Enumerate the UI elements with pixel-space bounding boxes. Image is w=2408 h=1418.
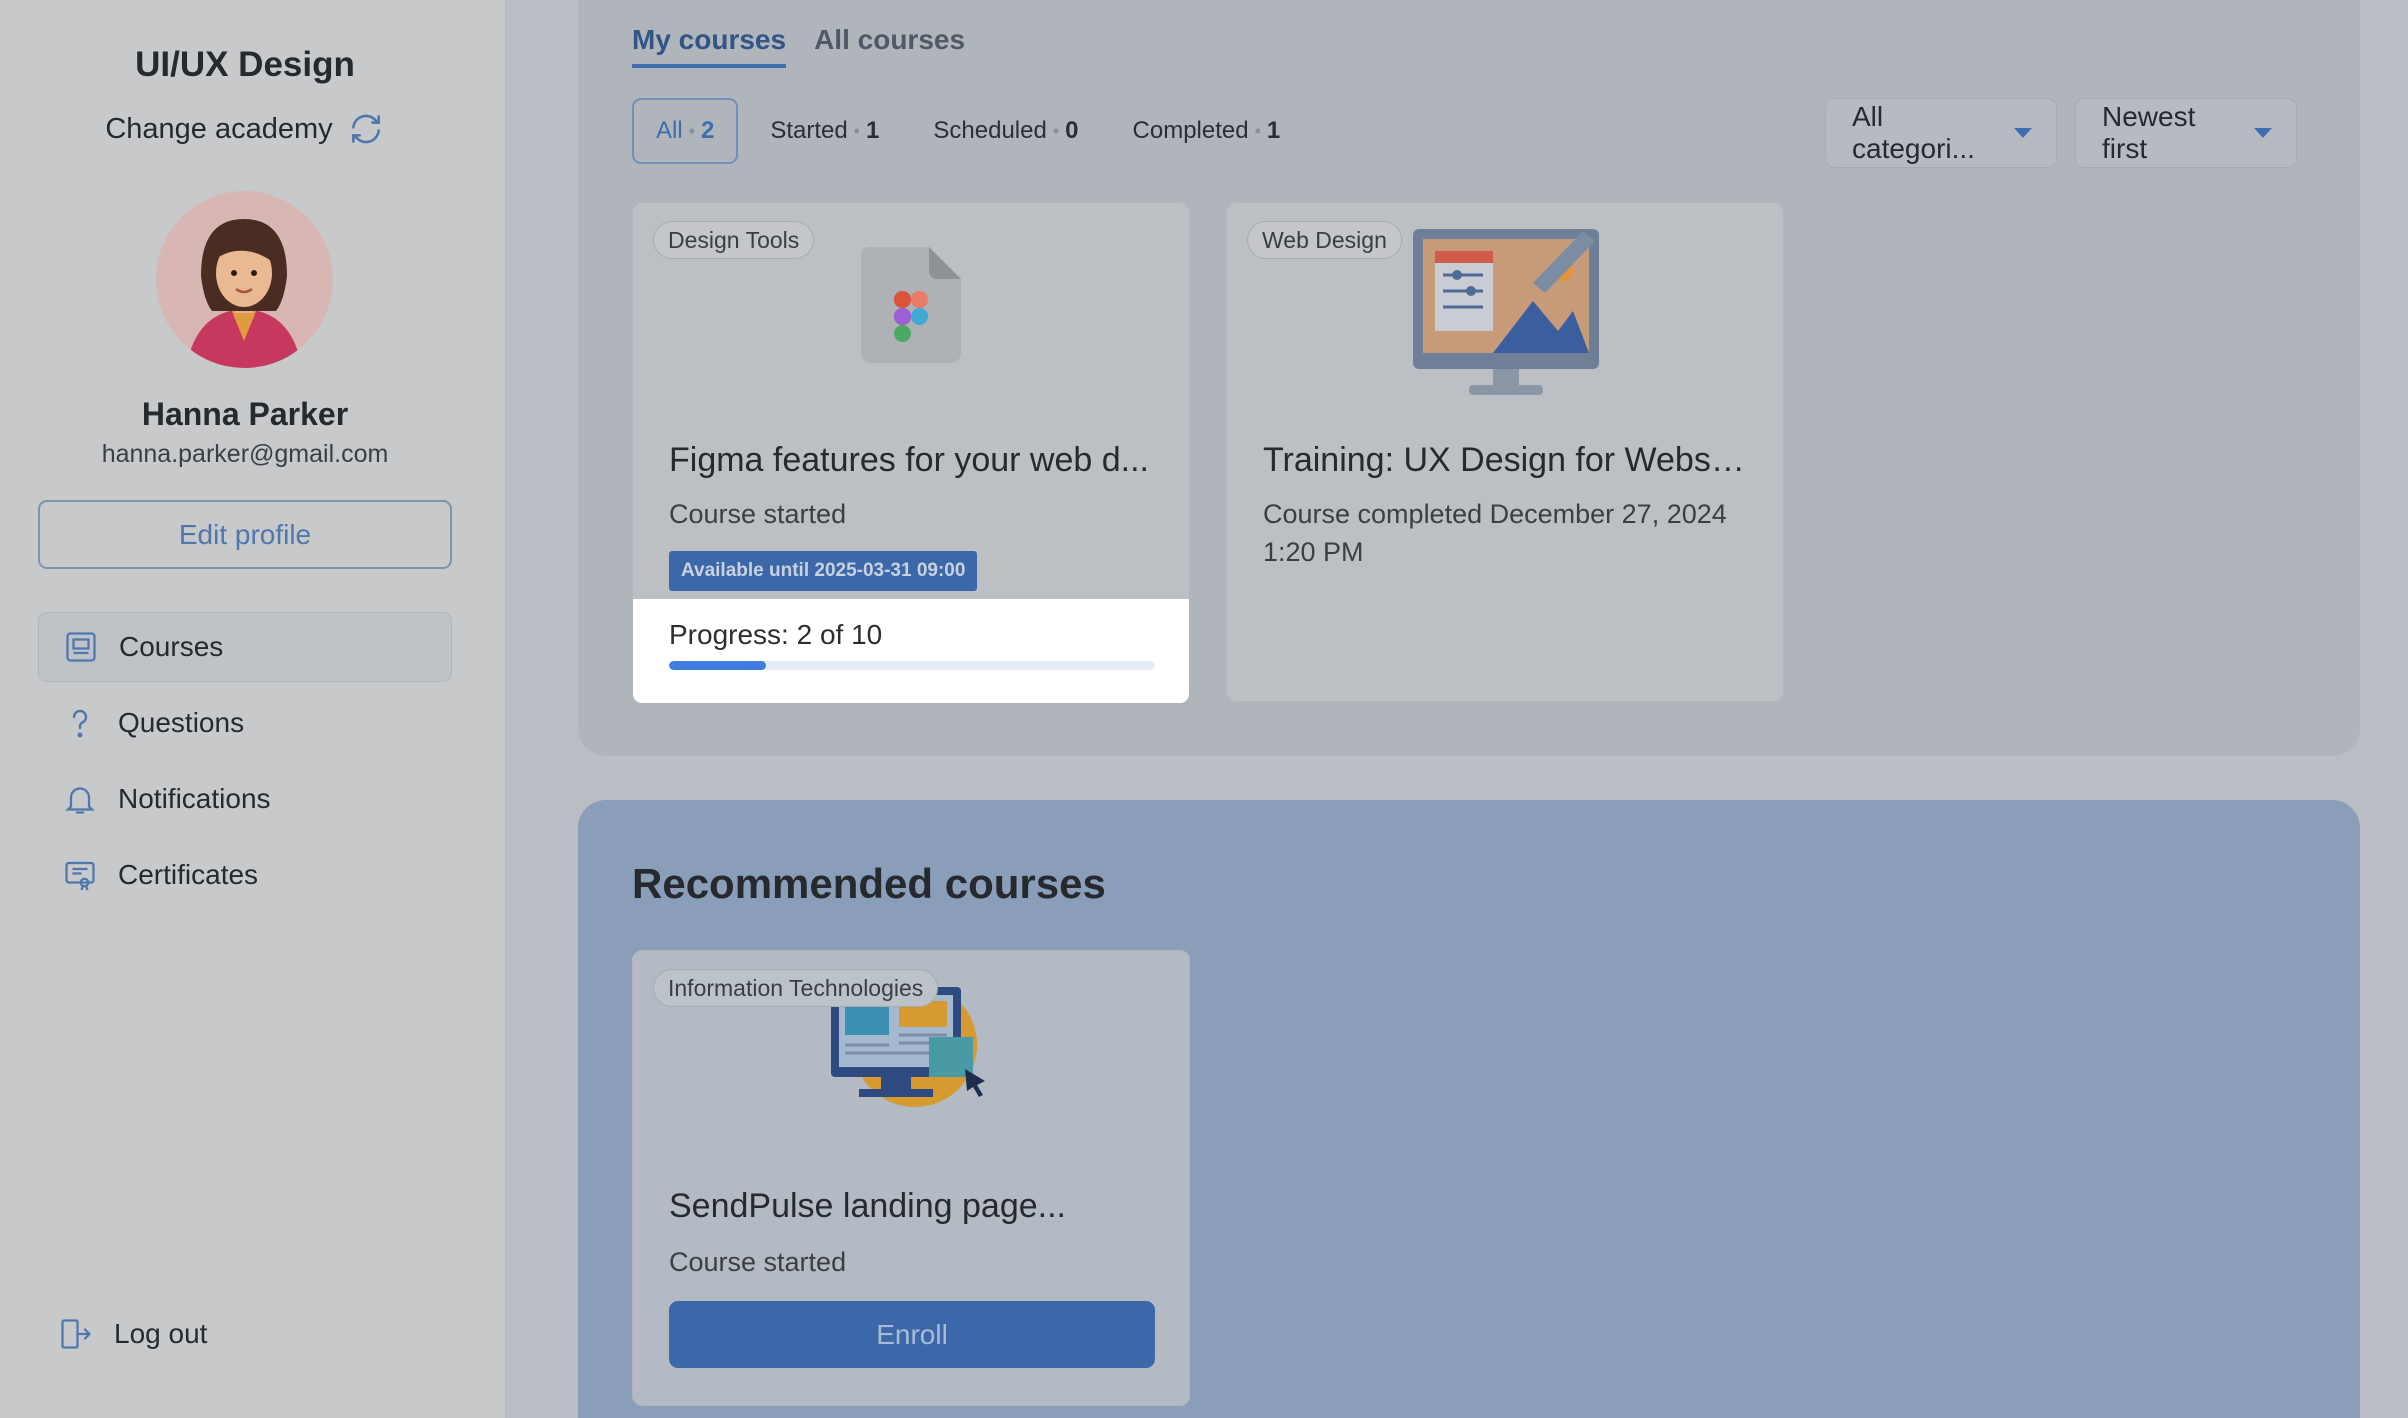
avatar: [156, 191, 333, 368]
user-email: hanna.parker@gmail.com: [101, 440, 389, 468]
course-status: Course started: [669, 1247, 847, 1277]
filter-label: Completed: [1132, 117, 1249, 144]
refresh-icon: [351, 114, 380, 144]
separator-dot: •: [1254, 120, 1261, 141]
filter-label: All: [656, 117, 683, 144]
tab-all-courses[interactable]: All courses: [814, 24, 965, 68]
sidebar-nav: Courses Questions Notifications Certific…: [38, 612, 452, 916]
category-badge: Information Technologies: [653, 969, 939, 1007]
category-badge: Design Tools: [653, 221, 815, 259]
filter-started[interactable]: Started • 1: [748, 98, 901, 164]
change-academy-label: Change academy: [105, 112, 333, 145]
filter-completed[interactable]: Completed • 1: [1111, 98, 1303, 164]
sidebar-item-certificates[interactable]: Certificates: [38, 840, 452, 910]
progress-bar-fill: [669, 661, 767, 670]
change-academy-button[interactable]: Change academy: [0, 110, 490, 148]
logout-icon: [61, 1319, 92, 1349]
course-title: SendPulse landing page...: [669, 1187, 1066, 1225]
sidebar-item-notifications[interactable]: Notifications: [38, 764, 452, 834]
category-select-value: All categori...: [1852, 101, 1975, 164]
course-status: Course completed December 27, 2024 1:20 …: [1263, 499, 1727, 567]
question-icon: [72, 709, 88, 738]
status-filters: All • 2 Started • 1 Scheduled • 0 Comple…: [632, 98, 1302, 164]
chevron-down-icon: [2254, 128, 2272, 138]
sidebar-item-courses[interactable]: Courses: [38, 612, 452, 682]
web-design-monitor-icon: [1413, 229, 1599, 395]
filter-count: 0: [1065, 117, 1079, 144]
availability-badge: Available until 2025-03-31 09:00: [669, 551, 978, 591]
filter-label: Started: [770, 117, 848, 144]
course-card[interactable]: Web Design Training: UX Design for Websi…: [1226, 202, 1784, 702]
progress-label: Progress: 2 of 10: [669, 619, 883, 650]
certificate-icon: [65, 861, 95, 891]
recommended-course-card[interactable]: Information Technologies SendPulse landi…: [632, 950, 1190, 1406]
logout-button[interactable]: Log out: [58, 1316, 207, 1352]
filter-count: 1: [1266, 117, 1281, 144]
figma-file-icon: [861, 247, 961, 363]
enroll-button[interactable]: Enroll: [669, 1301, 1155, 1368]
chevron-down-icon: [2014, 128, 2032, 138]
separator-dot: •: [1052, 120, 1060, 141]
progress-section: Progress: 2 of 10: [633, 599, 1189, 703]
category-badge: Web Design: [1247, 221, 1402, 259]
edit-profile-button[interactable]: Edit profile: [38, 500, 452, 569]
separator-dot: •: [688, 120, 695, 141]
sort-select-value: Newest first: [2102, 101, 2196, 164]
category-select[interactable]: All categori...: [1825, 98, 2057, 168]
course-title: Training: UX Design for Websit...: [1263, 441, 1751, 479]
courses-icon: [66, 632, 96, 662]
sort-select[interactable]: Newest first: [2075, 98, 2297, 168]
sidebar: UI/UX Design Change academy Hanna Parker…: [0, 0, 506, 1418]
user-avatar-icon: [156, 191, 332, 368]
academy-title: UI/UX Design: [135, 45, 355, 84]
filter-label: Scheduled: [933, 117, 1047, 144]
sidebar-item-questions[interactable]: Questions: [38, 688, 452, 758]
course-tabs: My courses All courses: [632, 24, 965, 68]
filter-count: 1: [866, 117, 880, 144]
sidebar-item-label: Questions: [118, 707, 245, 738]
user-name: Hanna Parker: [141, 396, 349, 432]
progress-bar: [669, 661, 1155, 670]
filter-count: 2: [700, 117, 715, 144]
bell-icon: [65, 787, 95, 814]
sidebar-item-label: Courses: [119, 631, 224, 662]
logout-label: Log out: [114, 1318, 208, 1349]
sidebar-item-label: Notifications: [118, 783, 271, 814]
tab-my-courses[interactable]: My courses: [632, 24, 787, 68]
separator-dot: •: [853, 120, 861, 141]
course-status: Course started: [669, 499, 847, 529]
filter-scheduled[interactable]: Scheduled • 0: [911, 98, 1100, 164]
recommended-heading: Recommended courses: [632, 860, 1106, 907]
sidebar-item-label: Certificates: [118, 859, 259, 890]
filter-all[interactable]: All • 2: [632, 98, 739, 164]
course-card[interactable]: Design Tools Figma features for your web…: [632, 202, 1190, 704]
course-title: Figma features for your web d...: [669, 441, 1149, 479]
